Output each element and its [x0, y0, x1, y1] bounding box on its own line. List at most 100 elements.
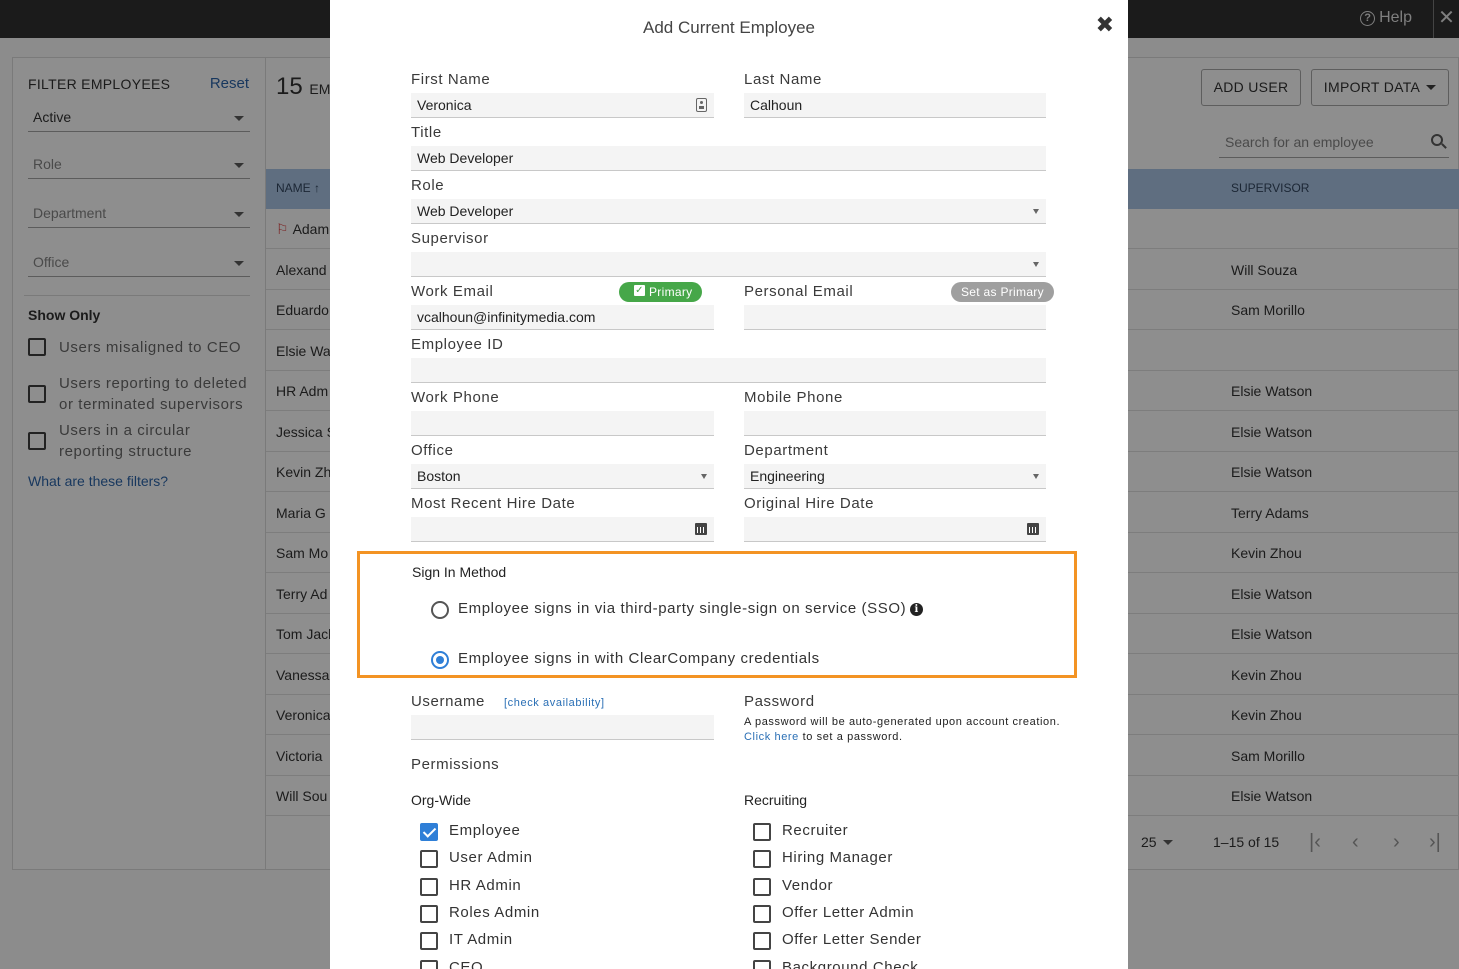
department-select[interactable]: Engineering	[744, 464, 1046, 489]
checkbox[interactable]	[753, 904, 771, 923]
office-select[interactable]: Boston	[411, 464, 714, 489]
calendar-icon[interactable]	[1027, 523, 1039, 535]
personal-email-input[interactable]	[744, 305, 1046, 330]
flag-icon: ⚐	[276, 221, 289, 237]
chevron-down-icon	[234, 116, 244, 121]
supervisor-name: Sam Morillo	[1231, 302, 1305, 318]
permission-checkbox[interactable]: Roles Admin	[420, 904, 540, 923]
close-icon[interactable]: ✕	[1433, 0, 1459, 38]
permission-checkbox[interactable]: Recruiter	[753, 822, 848, 841]
role-select[interactable]: Role	[28, 151, 250, 179]
employee-name[interactable]: ⚐ Adam	[276, 221, 329, 238]
status-select[interactable]: Active	[28, 104, 250, 132]
column-supervisor[interactable]: SUPERVISOR	[1231, 181, 1309, 195]
role-select[interactable]: Web Developer	[411, 199, 1046, 224]
permission-checkbox[interactable]: Offer Letter Sender	[753, 931, 922, 951]
credentials-radio[interactable]	[431, 651, 449, 669]
personal-email-label: Personal Email	[744, 283, 854, 300]
employee-name[interactable]: Terry Ad	[276, 586, 327, 602]
last-name-input[interactable]: Calhoun	[744, 93, 1046, 118]
recruiting-heading: Recruiting	[744, 792, 808, 808]
chevron-down-icon	[701, 474, 707, 479]
permission-checkbox[interactable]: IT Admin	[420, 931, 513, 951]
employee-name[interactable]: Maria G	[276, 505, 326, 521]
import-data-button[interactable]: IMPORT DATA	[1311, 69, 1449, 106]
checkbox[interactable]	[753, 823, 771, 841]
add-employee-modal: Add Current Employee ✖ First Name Veroni…	[330, 0, 1128, 969]
close-icon[interactable]: ✖	[1096, 12, 1114, 38]
permission-checkbox[interactable]: CEO	[420, 959, 483, 969]
checkbox[interactable]	[420, 932, 438, 951]
mobile-phone-input[interactable]	[744, 411, 1046, 436]
employee-id-input[interactable]	[411, 358, 1046, 383]
checkbox[interactable]	[420, 959, 438, 969]
employee-name[interactable]: Victoria	[276, 748, 322, 764]
info-icon[interactable]: i	[910, 603, 924, 616]
permission-checkbox[interactable]: HR Admin	[420, 877, 521, 896]
recent-hire-date-input[interactable]	[411, 517, 714, 542]
set-primary-button[interactable]: Set as Primary	[951, 282, 1054, 302]
employee-name[interactable]: HR Adm	[276, 383, 328, 399]
permission-checkbox[interactable]: Hiring Manager	[753, 849, 893, 869]
filter-sidebar: FILTER EMPLOYEES Reset Active Role Depar…	[12, 57, 266, 870]
work-phone-input[interactable]	[411, 411, 714, 436]
role-label: Role	[411, 177, 445, 194]
next-page-icon[interactable]: ›	[1393, 831, 1400, 854]
checkbox[interactable]	[420, 877, 438, 896]
employee-name[interactable]: Tom Jack	[276, 626, 335, 642]
permission-checkbox[interactable]: Background Check	[753, 959, 918, 969]
username-input[interactable]	[411, 715, 714, 740]
checkbox[interactable]	[420, 823, 438, 841]
column-name[interactable]: NAME ↑	[276, 181, 320, 195]
supervisor-name: Elsie Watson	[1231, 423, 1313, 440]
supervisor-name: Kevin Zhou	[1231, 666, 1302, 683]
org-wide-heading: Org-Wide	[411, 792, 471, 808]
modal-title: Add Current Employee	[643, 18, 815, 37]
last-page-icon[interactable]: ›|	[1429, 831, 1441, 854]
checkbox[interactable]	[420, 904, 438, 923]
employee-name[interactable]: Jessica S	[276, 424, 336, 440]
divider	[24, 295, 250, 296]
permission-checkbox[interactable]: User Admin	[420, 849, 533, 869]
employee-name[interactable]: Eduardo	[276, 302, 329, 318]
per-page-select[interactable]: 25	[1141, 834, 1173, 850]
original-hire-date-input[interactable]	[744, 517, 1046, 542]
permission-checkbox[interactable]: Offer Letter Admin	[753, 904, 914, 923]
credentials-option-label[interactable]: Employee signs in with ClearCompany cred…	[458, 650, 820, 667]
set-password-link[interactable]: Click here	[744, 731, 799, 743]
employee-name[interactable]: Vanessa	[276, 667, 329, 683]
work-email-input[interactable]: vcalhoun@infinitymedia.com	[411, 305, 714, 330]
mobile-phone-label: Mobile Phone	[744, 389, 843, 406]
check-availability-link[interactable]: [check availability]	[504, 697, 605, 709]
checkbox[interactable]	[753, 959, 771, 969]
employee-name[interactable]: Sam Mo	[276, 545, 328, 561]
employee-name[interactable]: Kevin Zh	[276, 464, 331, 480]
search-icon[interactable]	[1431, 134, 1443, 146]
employee-search-input[interactable]: Search for an employee	[1219, 128, 1449, 158]
permission-checkbox[interactable]: Vendor	[753, 877, 833, 896]
checkbox[interactable]	[753, 877, 771, 896]
sso-radio[interactable]	[431, 601, 449, 619]
employee-name[interactable]: Will Sou	[276, 788, 327, 804]
checkbox[interactable]	[753, 850, 771, 869]
reset-link[interactable]: Reset	[210, 75, 249, 92]
employee-name[interactable]: Alexand	[276, 262, 327, 278]
sso-option-label[interactable]: Employee signs in via third-party single…	[458, 600, 924, 617]
calendar-icon[interactable]	[695, 523, 707, 535]
prev-page-icon[interactable]: ‹	[1352, 831, 1359, 854]
employee-name[interactable]: Elsie Wa	[276, 343, 331, 359]
checkbox[interactable]	[753, 932, 771, 951]
office-select[interactable]: Office	[28, 249, 250, 277]
first-page-icon[interactable]: |‹	[1309, 831, 1321, 854]
add-user-button[interactable]: ADD USER	[1201, 69, 1301, 106]
filters-help-link[interactable]: What are these filters?	[28, 473, 168, 489]
primary-email-badge[interactable]: Primary	[619, 282, 703, 302]
department-select[interactable]: Department	[28, 200, 250, 228]
help-link[interactable]: ? Help	[1360, 9, 1412, 27]
permission-checkbox[interactable]: Employee	[420, 822, 521, 841]
employee-name[interactable]: Veronica	[276, 707, 330, 723]
checkbox[interactable]	[420, 850, 438, 869]
first-name-input[interactable]: Veronica	[411, 93, 714, 118]
title-input[interactable]: Web Developer	[411, 146, 1046, 171]
supervisor-select[interactable]	[411, 252, 1046, 277]
